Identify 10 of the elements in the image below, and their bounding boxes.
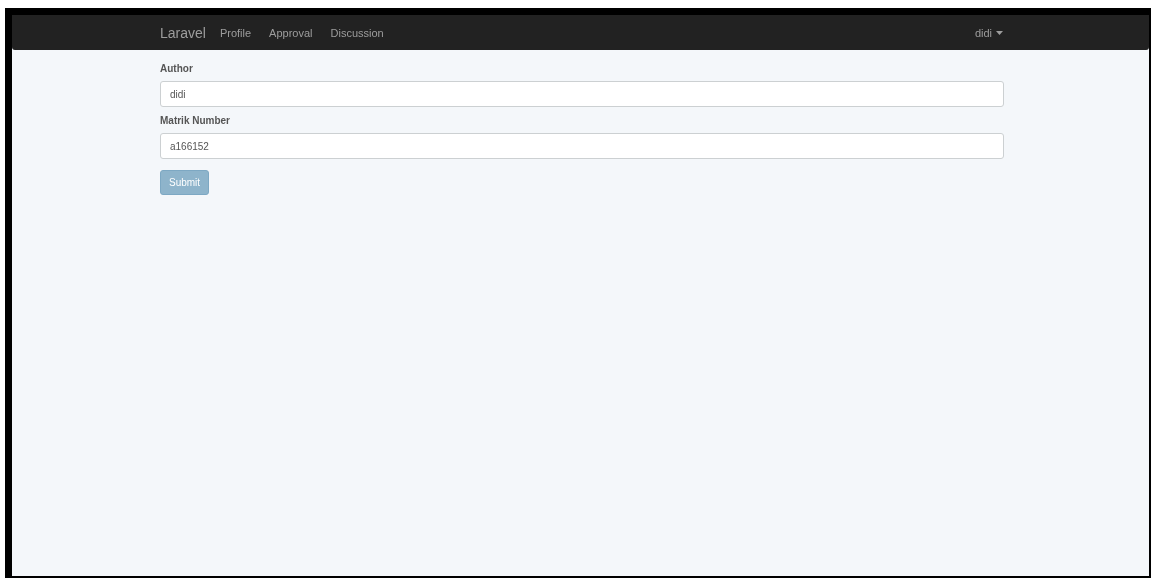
field-label: Matrik Number <box>160 115 231 126</box>
nav-link[interactable]: Discussion <box>330 26 384 39</box>
field-label: Author <box>160 63 194 74</box>
nav-link[interactable]: Approval <box>269 26 313 39</box>
user-menu[interactable]: didi <box>974 26 1003 39</box>
nav-link[interactable]: Profile <box>219 26 252 39</box>
caret-icon <box>996 30 1003 35</box>
brand-link[interactable]: Laravel <box>160 24 206 41</box>
input-field[interactable]: didi <box>160 81 1004 107</box>
input-field[interactable]: a166152 <box>160 133 1004 159</box>
